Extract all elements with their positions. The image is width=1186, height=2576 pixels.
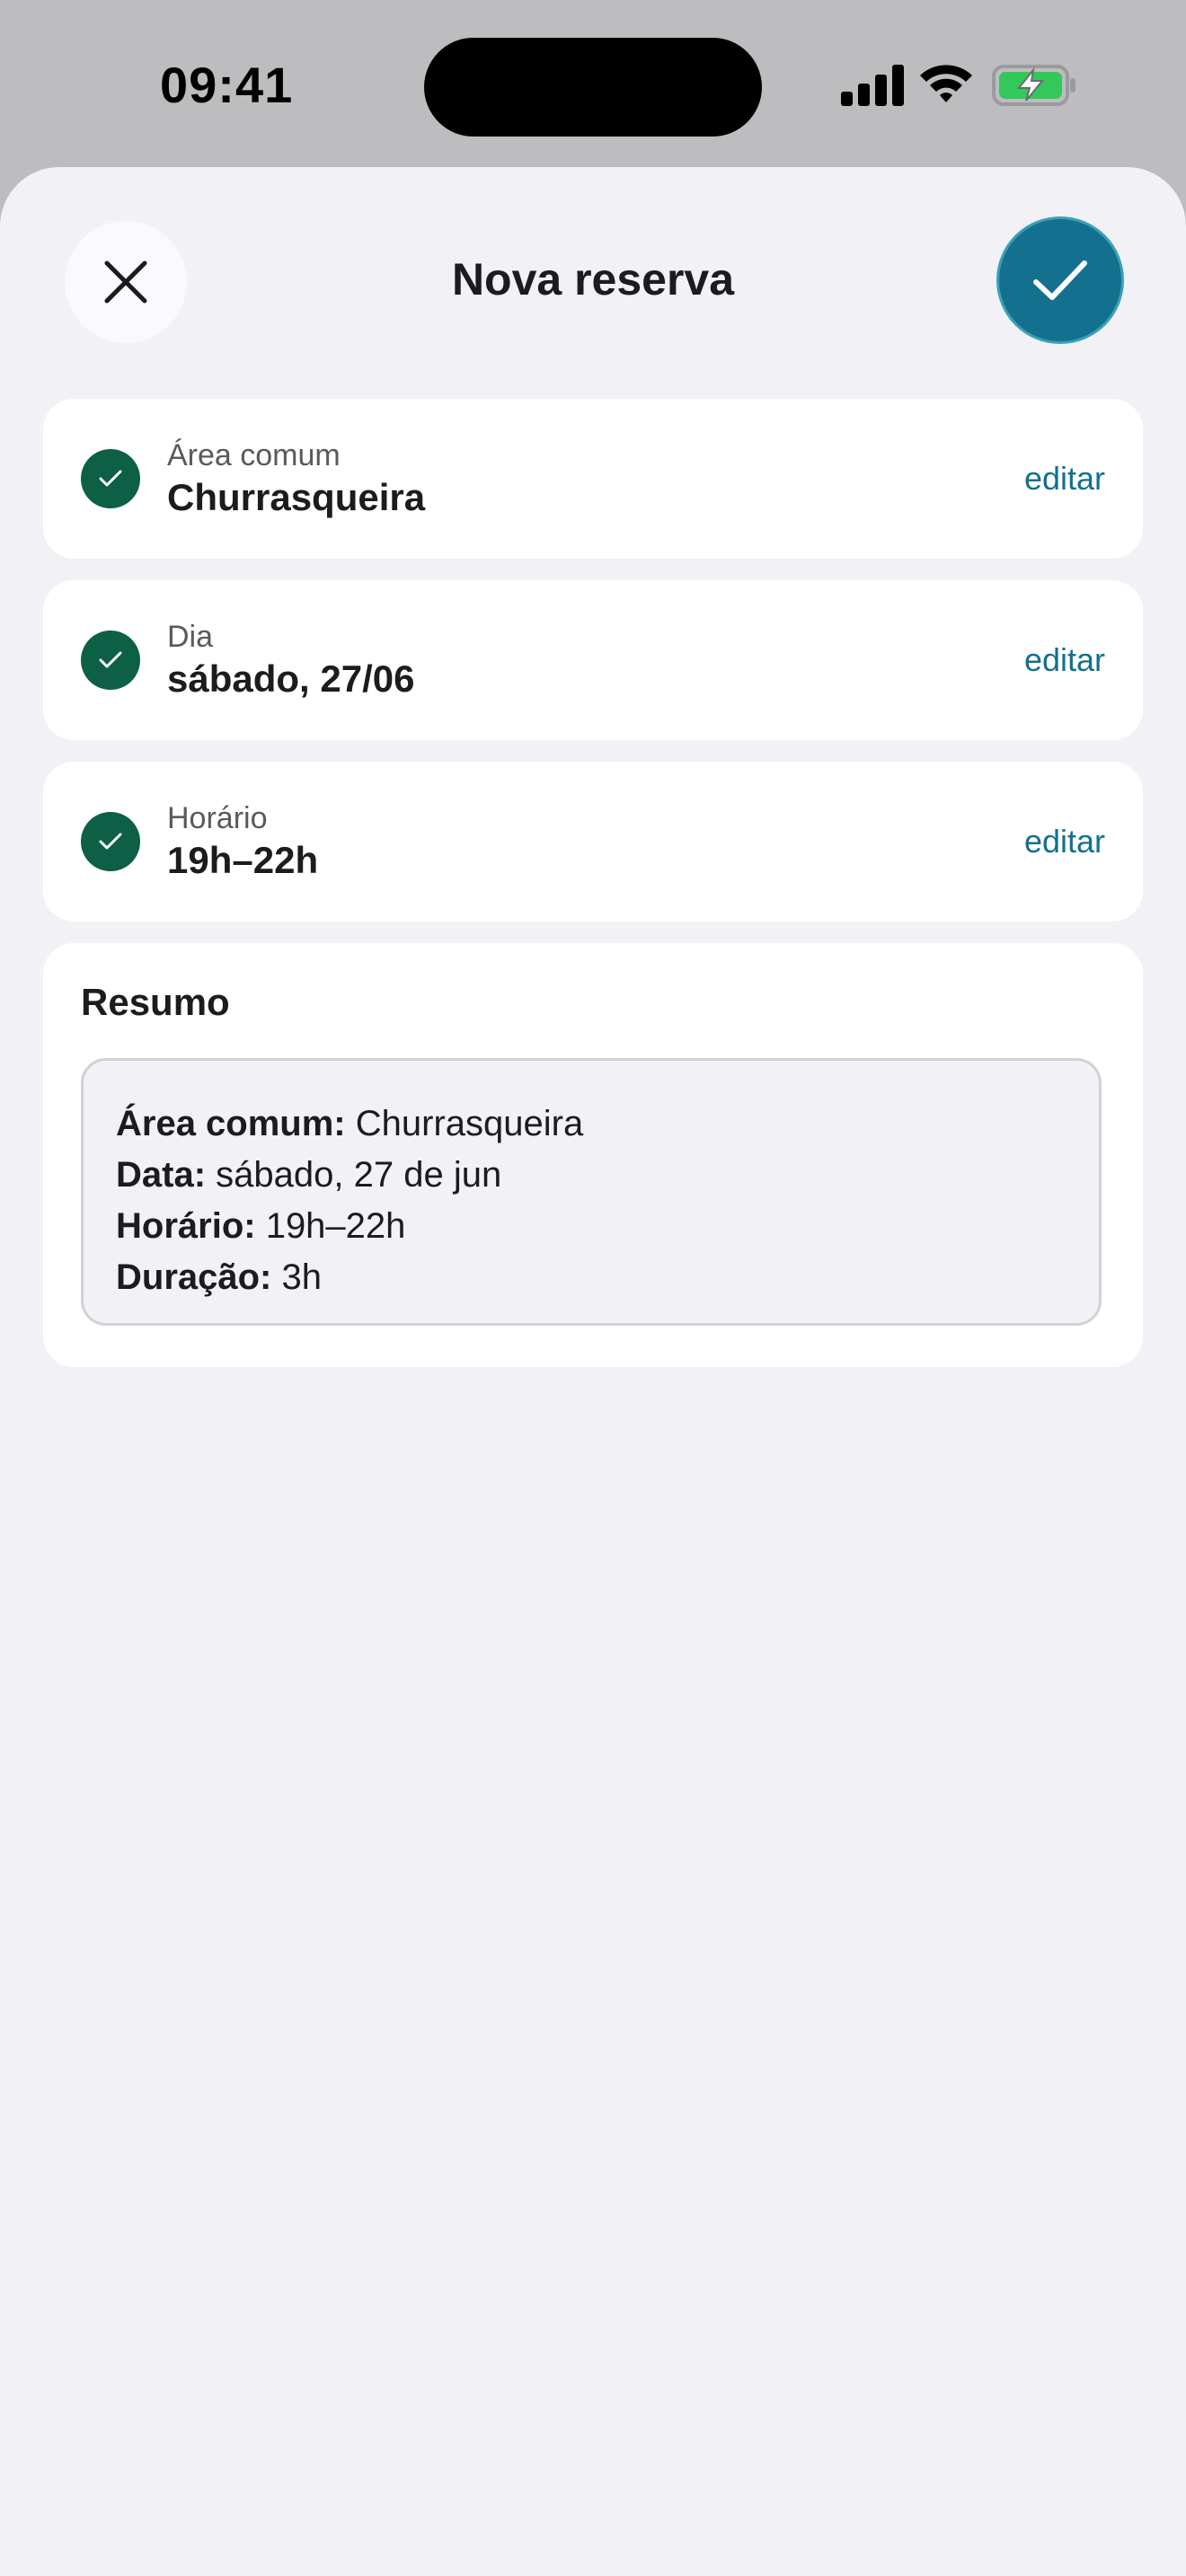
step-complete-check-icon xyxy=(81,449,140,508)
checkmark-icon xyxy=(1033,260,1087,300)
step-value: sábado, 27/06 xyxy=(167,657,415,700)
battery-charging-icon xyxy=(992,65,1075,106)
summary-value: Churrasqueira xyxy=(345,1104,584,1143)
wifi-icon xyxy=(920,65,972,102)
step-card-area[interactable]: Área comum Churrasqueira editar xyxy=(43,399,1143,559)
step-label: Dia xyxy=(167,620,214,654)
summary-title: Resumo xyxy=(81,981,230,1023)
step-label: Horário xyxy=(167,801,268,835)
confirm-button[interactable] xyxy=(999,219,1121,341)
summary-line-area: Área comum: Churrasqueira xyxy=(116,1098,1067,1150)
edit-time-link[interactable]: editar xyxy=(1024,823,1105,860)
summary-card: Resumo Área comum: Churrasqueira Data: s… xyxy=(43,943,1143,1367)
step-value: Churrasqueira xyxy=(167,476,426,518)
step-complete-check-icon xyxy=(81,812,140,871)
step-card-time[interactable]: Horário 19h–22h editar xyxy=(43,762,1143,922)
reservation-sheet: Nova reserva Área comum Churrasqueira ed… xyxy=(0,167,1186,2576)
cellular-signal-icon xyxy=(841,65,904,106)
summary-key: Horário: xyxy=(116,1206,256,1246)
summary-line-time: Horário: 19h–22h xyxy=(116,1201,1067,1252)
status-bar: 09:41 xyxy=(0,0,1186,167)
summary-key: Área comum: xyxy=(116,1104,346,1143)
status-time: 09:41 xyxy=(160,57,294,113)
step-card-day[interactable]: Dia sábado, 27/06 editar xyxy=(43,580,1143,740)
summary-value: 19h–22h xyxy=(255,1206,406,1246)
summary-key: Duração: xyxy=(116,1257,272,1297)
summary-value: 3h xyxy=(271,1257,323,1297)
step-complete-check-icon xyxy=(81,631,140,690)
summary-key: Data: xyxy=(116,1155,207,1195)
edit-day-link[interactable]: editar xyxy=(1024,641,1105,679)
summary-box: Área comum: Churrasqueira Data: sábado, … xyxy=(81,1058,1102,1326)
edit-area-link[interactable]: editar xyxy=(1024,460,1105,498)
summary-line-date: Data: sábado, 27 de jun xyxy=(116,1150,1067,1201)
summary-value: sábado, 27 de jun xyxy=(206,1155,502,1195)
step-value: 19h–22h xyxy=(167,839,319,881)
step-label: Área comum xyxy=(167,438,341,472)
summary-line-duration: Duração: 3h xyxy=(116,1252,1067,1303)
dynamic-island xyxy=(424,38,762,137)
